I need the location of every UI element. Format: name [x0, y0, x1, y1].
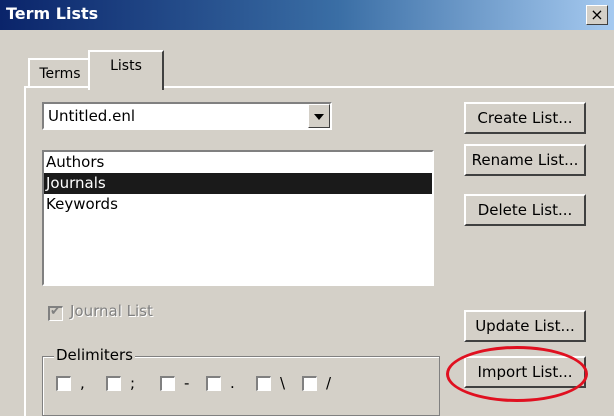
- rename-list-label: Rename List...: [471, 151, 579, 169]
- list-item-journals[interactable]: Journals: [44, 173, 432, 194]
- close-icon: ×: [590, 5, 604, 24]
- title-bar: Term Lists ×: [0, 0, 614, 30]
- delimiter-backslash-label: \: [280, 374, 286, 392]
- delimiter-period-label: .: [230, 374, 235, 392]
- delimiter-dash-checkbox[interactable]: [160, 376, 175, 391]
- tab-terms[interactable]: Terms: [28, 58, 90, 86]
- term-lists-listbox[interactable]: Authors Journals Keywords: [42, 150, 434, 286]
- update-list-label: Update List...: [475, 317, 575, 335]
- delimiter-semicolon-checkbox[interactable]: [106, 376, 121, 391]
- journal-list-checkbox[interactable]: ✔: [48, 304, 63, 321]
- delete-list-label: Delete List...: [477, 201, 573, 219]
- delimiters-group: [42, 356, 440, 416]
- close-button[interactable]: ×: [586, 5, 608, 25]
- delimiter-backslash-checkbox[interactable]: [256, 376, 271, 391]
- update-list-button[interactable]: Update List...: [464, 310, 586, 342]
- delimiter-comma-label: ,: [80, 374, 85, 392]
- highlight-oval: [446, 346, 588, 402]
- list-item-label: Authors: [46, 153, 105, 171]
- list-item-label: Keywords: [46, 195, 118, 213]
- delimiter-slash-label: /: [326, 374, 332, 392]
- library-dropdown[interactable]: Untitled.enl: [42, 102, 332, 130]
- rename-list-button[interactable]: Rename List...: [464, 144, 586, 176]
- delimiter-slash-checkbox[interactable]: [302, 376, 317, 391]
- delimiters-label: Delimiters: [54, 346, 135, 364]
- list-item-keywords[interactable]: Keywords: [44, 194, 432, 215]
- chevron-down-icon: [314, 114, 324, 120]
- journal-list-label: Journal List: [70, 302, 153, 320]
- list-item-label: Journals: [46, 174, 106, 192]
- create-list-label: Create List...: [477, 109, 573, 127]
- create-list-button[interactable]: Create List...: [464, 102, 586, 134]
- delimiter-comma-checkbox[interactable]: [56, 376, 71, 391]
- tab-lists-label: Lists: [110, 58, 142, 74]
- dropdown-arrow-button[interactable]: [308, 104, 330, 128]
- delete-list-button[interactable]: Delete List...: [464, 194, 586, 226]
- checkmark-icon: ✔: [50, 304, 61, 319]
- delimiter-period-checkbox[interactable]: [206, 376, 221, 391]
- tab-lists[interactable]: Lists: [88, 50, 164, 90]
- delimiter-semicolon-label: ;: [130, 374, 136, 392]
- list-item-authors[interactable]: Authors: [44, 152, 432, 173]
- library-dropdown-value: Untitled.enl: [48, 107, 136, 125]
- delimiter-dash-label: -: [184, 374, 190, 392]
- tab-terms-label: Terms: [39, 66, 81, 82]
- window-title: Term Lists: [6, 4, 99, 23]
